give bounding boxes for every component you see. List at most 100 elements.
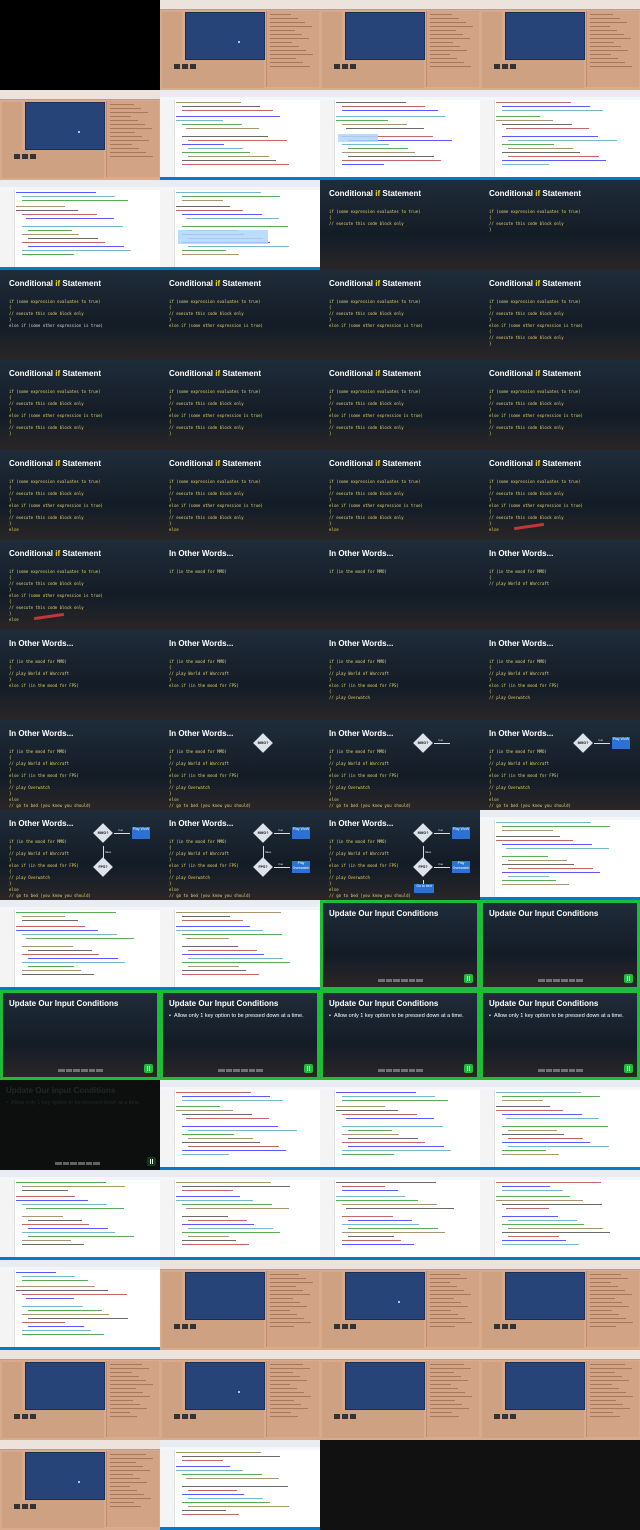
play-control-icon[interactable] — [190, 64, 196, 69]
video-thumbnail[interactable]: Update Our Input Conditions Allow only 1 … — [480, 990, 640, 1080]
video-thumbnail[interactable]: Conditional if Statement if (some express… — [480, 270, 640, 360]
video-thumbnail[interactable]: In Other Words... if (in the mood for MMO… — [0, 630, 160, 720]
video-thumbnail[interactable]: Conditional if Statement if (some express… — [320, 180, 480, 270]
video-thumbnail[interactable]: Conditional if Statement if (some express… — [160, 360, 320, 450]
video-thumbnail[interactable] — [320, 1170, 480, 1260]
video-thumbnail[interactable]: Conditional if Statement if (some express… — [320, 270, 480, 360]
video-thumbnail[interactable]: In Other Words... if (in the mood for MMO… — [160, 810, 320, 900]
video-thumbnail[interactable]: Update Our Input Conditions — [480, 900, 640, 990]
pause-icon[interactable] — [464, 974, 473, 983]
pause-icon[interactable] — [464, 1064, 473, 1073]
video-thumbnail[interactable] — [160, 0, 320, 90]
play-control-icon[interactable] — [182, 1324, 188, 1329]
play-control-icon[interactable] — [22, 1504, 28, 1509]
play-control-icon[interactable] — [22, 154, 28, 159]
video-thumbnail[interactable]: Conditional if Statement if (some express… — [0, 360, 160, 450]
play-control-icon[interactable] — [510, 1324, 516, 1329]
video-thumbnail[interactable] — [480, 0, 640, 90]
play-control-icon[interactable] — [182, 1414, 188, 1419]
video-thumbnail[interactable]: In Other Words... if (in the mood for MMO… — [160, 630, 320, 720]
video-thumbnail[interactable]: Conditional if Statement if (some express… — [320, 450, 480, 540]
video-thumbnail[interactable]: In Other Words... if (in the mood for MMO… — [320, 810, 480, 900]
unity-game-view[interactable] — [25, 1452, 105, 1500]
pause-icon[interactable] — [304, 1064, 313, 1073]
video-thumbnail[interactable] — [320, 1080, 480, 1170]
video-thumbnail[interactable]: Conditional if Statement if (some express… — [480, 180, 640, 270]
video-thumbnail[interactable] — [0, 1260, 160, 1350]
play-control-icon[interactable] — [30, 154, 36, 159]
video-thumbnail[interactable] — [480, 810, 640, 900]
video-thumbnail[interactable] — [160, 1440, 320, 1530]
unity-game-view[interactable] — [505, 1272, 585, 1320]
play-control-icon[interactable] — [494, 64, 500, 69]
play-control-icon[interactable] — [174, 64, 180, 69]
video-thumbnail[interactable] — [480, 1260, 640, 1350]
play-control-icon[interactable] — [174, 1324, 180, 1329]
unity-game-view[interactable] — [345, 12, 425, 60]
video-thumbnail[interactable]: In Other Words... if (in the mood for MMO… — [160, 540, 320, 630]
pause-icon[interactable] — [144, 1064, 153, 1073]
video-thumbnail[interactable] — [480, 1350, 640, 1440]
video-thumbnail[interactable] — [160, 1170, 320, 1260]
video-thumbnail[interactable]: Update Our Input Conditions Allow only 1 … — [320, 990, 480, 1080]
video-thumbnail[interactable] — [320, 90, 480, 180]
video-thumbnail[interactable] — [480, 1080, 640, 1170]
play-control-icon[interactable] — [494, 1324, 500, 1329]
video-thumbnail[interactable]: In Other Words... if (in the mood for MMO… — [0, 810, 160, 900]
play-control-icon[interactable] — [14, 154, 20, 159]
video-thumbnail[interactable]: Conditional if Statement if (some express… — [160, 450, 320, 540]
video-thumbnail[interactable]: Update Our Input Conditions Allow only 1 … — [0, 1080, 160, 1170]
video-thumbnail[interactable]: Conditional if Statement if (some express… — [480, 450, 640, 540]
video-thumbnail[interactable]: Conditional if Statement if (some express… — [0, 540, 160, 630]
video-thumbnail[interactable] — [0, 180, 160, 270]
video-thumbnail[interactable] — [0, 900, 160, 990]
unity-game-view[interactable] — [25, 1362, 105, 1410]
play-control-icon[interactable] — [502, 64, 508, 69]
play-control-icon[interactable] — [502, 1414, 508, 1419]
video-thumbnail[interactable]: In Other Words... if (in the mood for MMO… — [160, 720, 320, 810]
video-thumbnail[interactable] — [160, 1080, 320, 1170]
play-control-icon[interactable] — [510, 1414, 516, 1419]
video-thumbnail[interactable]: In Other Words... if (in the mood for MMO… — [320, 720, 480, 810]
video-thumbnail[interactable]: Update Our Input Conditions — [320, 900, 480, 990]
unity-game-view[interactable] — [185, 12, 265, 60]
video-thumbnail[interactable] — [0, 1440, 160, 1530]
play-control-icon[interactable] — [182, 64, 188, 69]
unity-game-view[interactable] — [505, 12, 585, 60]
play-control-icon[interactable] — [14, 1414, 20, 1419]
video-thumbnail[interactable]: In Other Words... if (in the mood for MMO… — [480, 720, 640, 810]
play-control-icon[interactable] — [350, 64, 356, 69]
unity-game-view[interactable] — [345, 1362, 425, 1410]
pause-icon[interactable] — [624, 1064, 633, 1073]
play-control-icon[interactable] — [342, 1324, 348, 1329]
video-thumbnail[interactable] — [0, 0, 160, 90]
unity-game-view[interactable] — [185, 1362, 265, 1410]
unity-game-view[interactable] — [345, 1272, 425, 1320]
video-thumbnail[interactable]: In Other Words... if (in the mood for MMO… — [480, 630, 640, 720]
play-control-icon[interactable] — [190, 1324, 196, 1329]
video-thumbnail[interactable]: Conditional if Statement if (some express… — [0, 450, 160, 540]
video-thumbnail[interactable]: Update Our Input Conditions Allow only 1 … — [160, 990, 320, 1080]
play-control-icon[interactable] — [502, 1324, 508, 1329]
play-control-icon[interactable] — [342, 1414, 348, 1419]
video-thumbnail[interactable] — [0, 1350, 160, 1440]
unity-game-view[interactable] — [25, 102, 105, 150]
play-control-icon[interactable] — [510, 64, 516, 69]
play-control-icon[interactable] — [334, 1324, 340, 1329]
video-thumbnail[interactable] — [160, 900, 320, 990]
video-thumbnail[interactable] — [480, 1170, 640, 1260]
play-control-icon[interactable] — [334, 64, 340, 69]
play-control-icon[interactable] — [14, 1504, 20, 1509]
play-control-icon[interactable] — [350, 1324, 356, 1329]
video-thumbnail[interactable] — [160, 1350, 320, 1440]
video-thumbnail[interactable] — [160, 90, 320, 180]
play-control-icon[interactable] — [30, 1414, 36, 1419]
pause-icon[interactable] — [624, 974, 633, 983]
play-control-icon[interactable] — [174, 1414, 180, 1419]
pause-icon[interactable] — [147, 1157, 156, 1166]
video-thumbnail[interactable] — [480, 90, 640, 180]
play-control-icon[interactable] — [30, 1504, 36, 1509]
unity-game-view[interactable] — [505, 1362, 585, 1410]
video-thumbnail[interactable]: In Other Words... if (in the mood for MMO… — [320, 630, 480, 720]
unity-game-view[interactable] — [185, 1272, 265, 1320]
